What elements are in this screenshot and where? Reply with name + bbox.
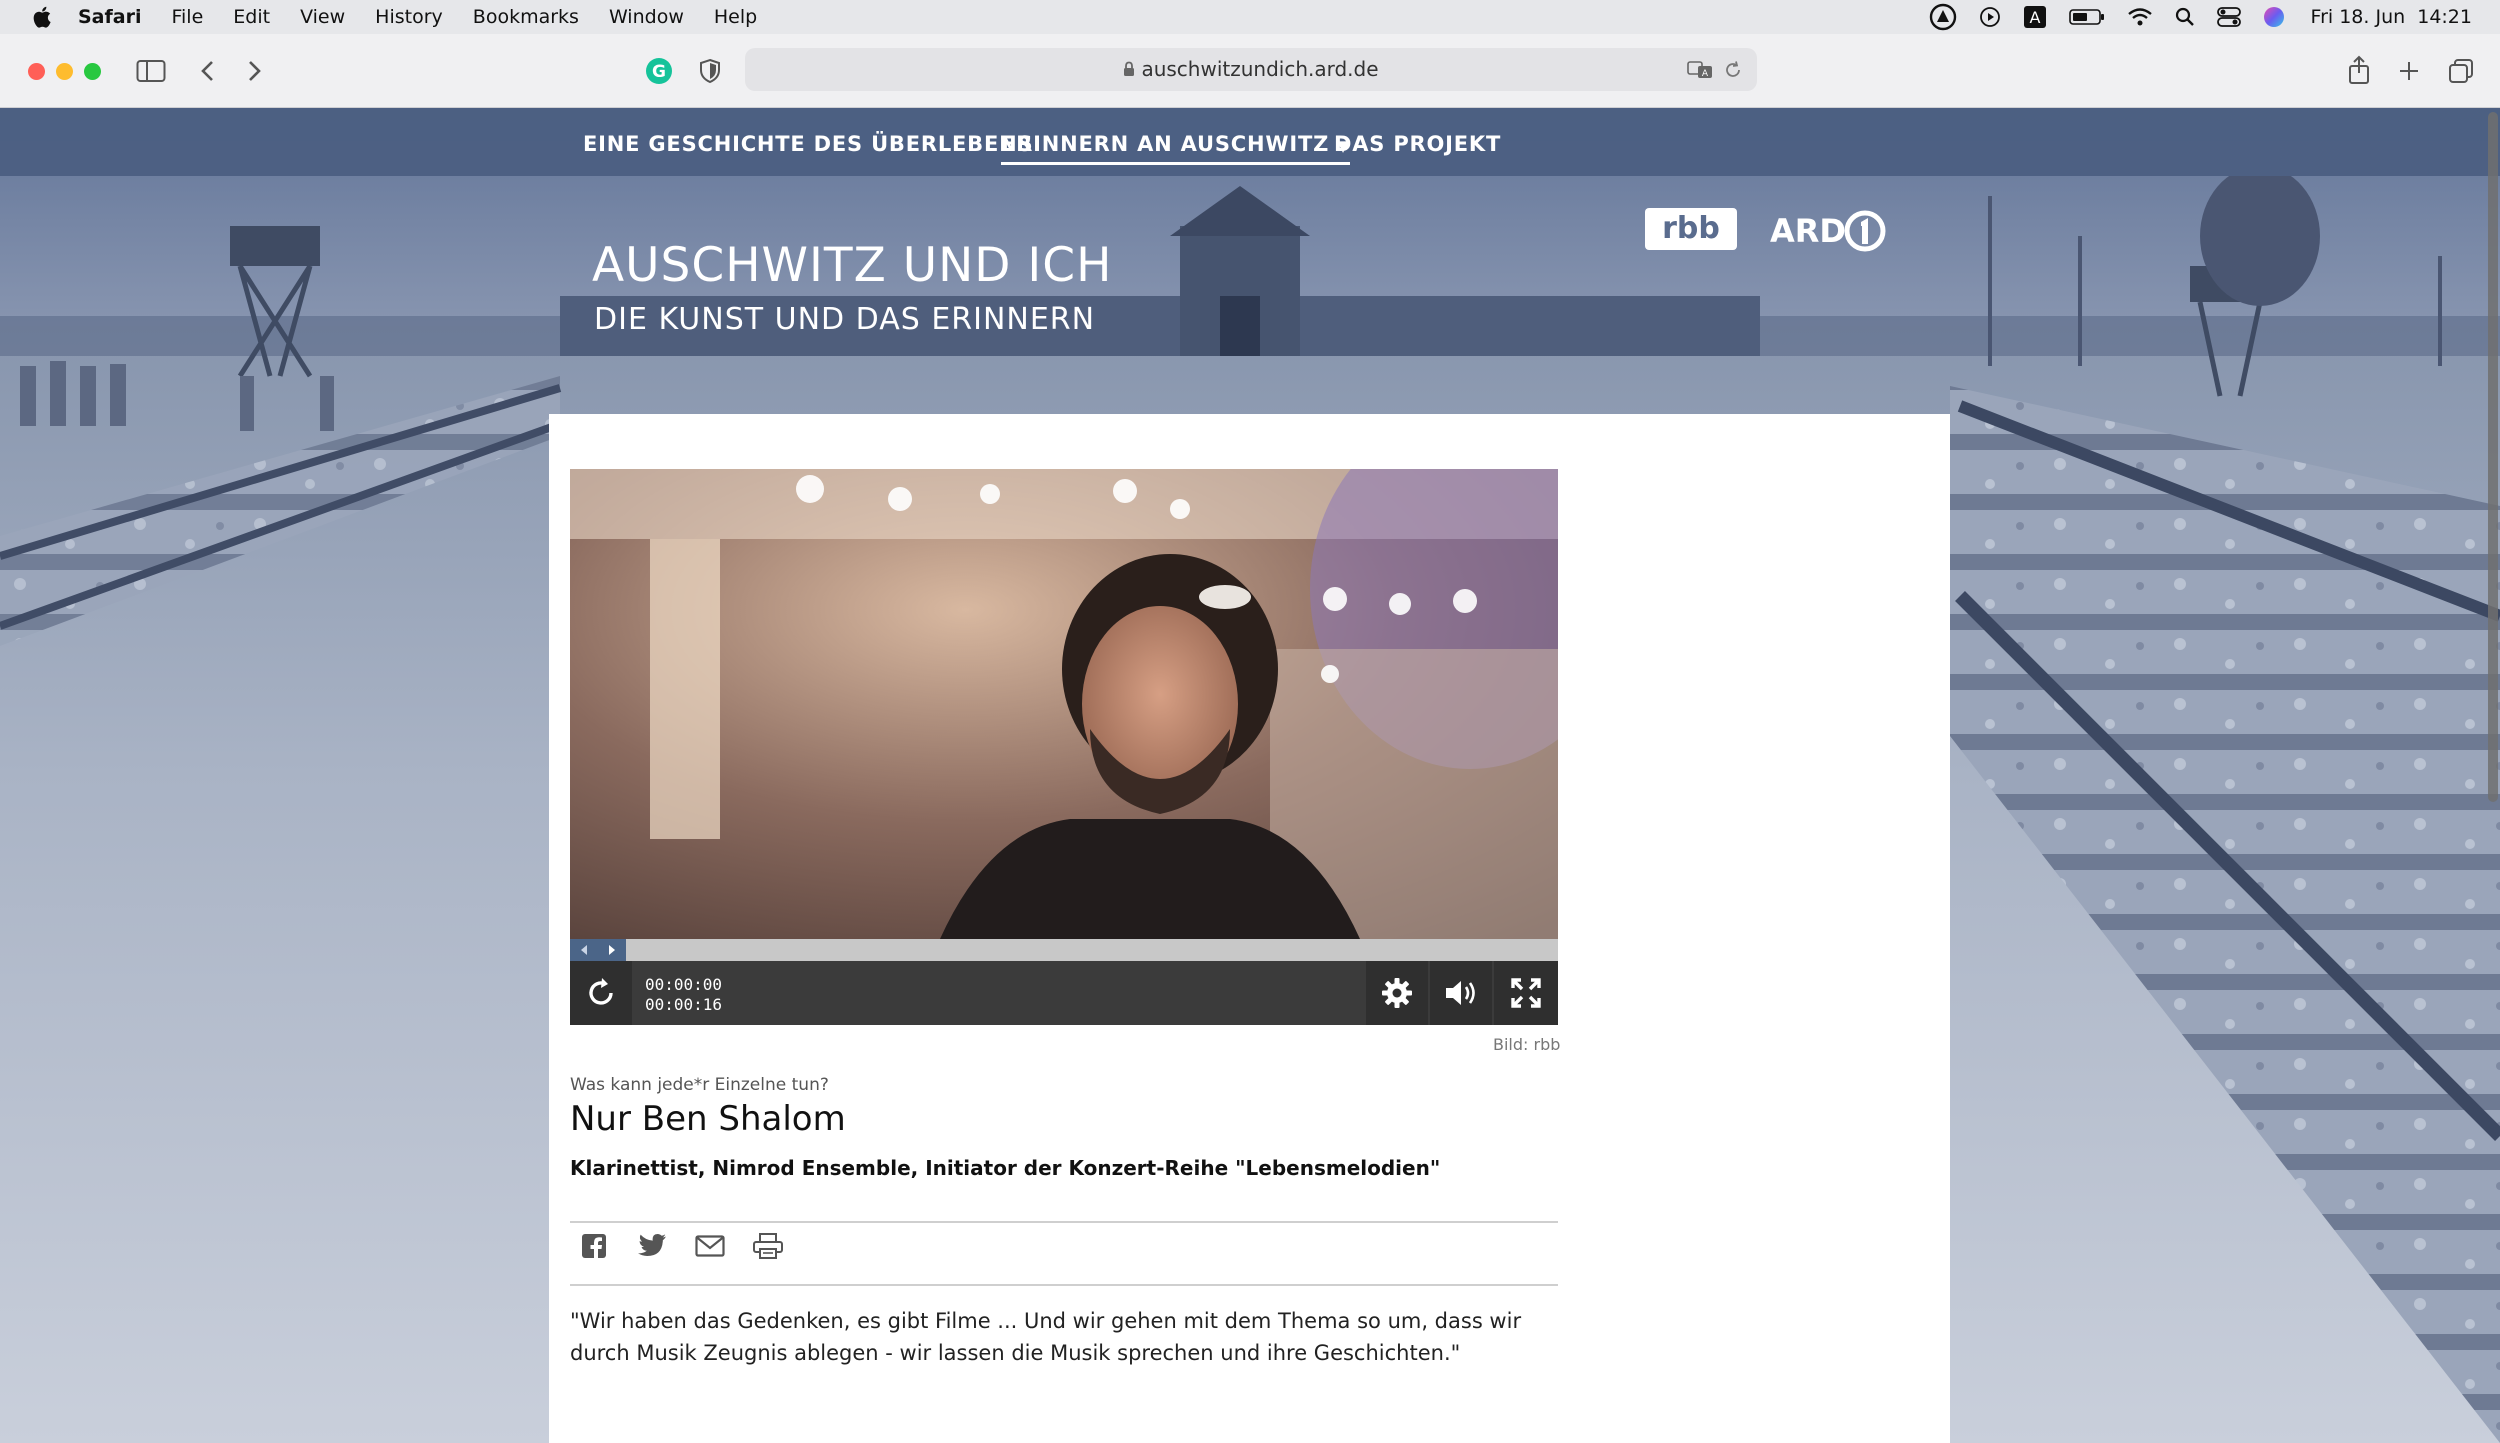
share-icon[interactable] bbox=[2344, 54, 2374, 86]
rbb-logo[interactable]: rbb bbox=[1645, 208, 1737, 250]
fullscreen-button[interactable] bbox=[1494, 961, 1558, 1025]
menu-view[interactable]: View bbox=[300, 6, 345, 28]
nav-item-geschichte[interactable]: EINE GESCHICHTE DES ÜBERLEBENS bbox=[583, 132, 1033, 156]
gear-icon bbox=[1382, 978, 1412, 1008]
replay-icon bbox=[589, 978, 613, 1005]
article-headline: Nur Ben Shalom bbox=[570, 1099, 846, 1139]
spotlight-search-icon[interactable] bbox=[2175, 7, 2195, 27]
vpn-status-icon[interactable] bbox=[1929, 3, 1957, 31]
svg-text:G: G bbox=[652, 62, 666, 82]
video-time: 00:00:00 00:00:16 bbox=[645, 975, 722, 1015]
back-icon[interactable] bbox=[194, 56, 220, 86]
page-scrollbar[interactable] bbox=[2488, 112, 2498, 802]
article-quote: "Wir haben das Gedenken, es gibt Filme .… bbox=[570, 1309, 1522, 1365]
svg-text:A: A bbox=[1702, 69, 1709, 79]
hero-title: AUSCHWITZ UND ICH bbox=[592, 238, 1113, 293]
menu-edit[interactable]: Edit bbox=[233, 6, 270, 28]
article-subline: Klarinettist, Nimrod Ensemble, Initiator… bbox=[570, 1156, 1441, 1180]
ard-logo-text: ARD bbox=[1770, 212, 1846, 250]
address-bar[interactable]: auschwitzundich.ard.de A bbox=[745, 48, 1757, 91]
menubar-clock[interactable]: Fri 18. Jun 14:21 bbox=[2311, 6, 2472, 28]
tab-overview-icon[interactable] bbox=[2446, 56, 2476, 86]
seek-handle[interactable] bbox=[570, 939, 626, 961]
divider-top bbox=[570, 1221, 1558, 1223]
nav-item-erinnern-label: ERINNERN AN AUSCHWITZ bbox=[1001, 132, 1330, 156]
address-bar-url[interactable]: auschwitzundich.ard.de bbox=[745, 48, 1757, 91]
fullscreen-icon bbox=[1511, 978, 1541, 1008]
window-zoom-button[interactable] bbox=[84, 63, 101, 80]
menu-file[interactable]: File bbox=[171, 6, 203, 28]
lock-icon bbox=[1124, 61, 1135, 76]
macos-menu-bar: Safari File Edit View History Bookmarks … bbox=[0, 0, 2500, 34]
media-play-icon[interactable] bbox=[1979, 6, 2001, 28]
site-navigation: EINE GESCHICHTE DES ÜBERLEBENS ERINNERN … bbox=[0, 108, 2500, 176]
menu-window[interactable]: Window bbox=[609, 6, 684, 28]
reload-icon[interactable] bbox=[1721, 58, 1745, 82]
url-text: auschwitzundich.ard.de bbox=[1141, 57, 1379, 81]
ard-logo[interactable]: ARD bbox=[1770, 208, 1886, 254]
grammarly-extension-icon[interactable]: G bbox=[644, 56, 674, 86]
volume-icon bbox=[1446, 981, 1475, 1005]
video-controls: 00:00:00 00:00:16 bbox=[570, 961, 1558, 1025]
sidebar-toggle-icon[interactable] bbox=[134, 56, 168, 86]
video-seek-bar[interactable] bbox=[570, 939, 1558, 961]
wifi-icon[interactable] bbox=[2127, 7, 2153, 27]
privacy-shield-icon[interactable] bbox=[695, 56, 725, 86]
menu-app-name[interactable]: Safari bbox=[78, 6, 141, 28]
divider-bottom bbox=[570, 1284, 1558, 1286]
volume-button[interactable] bbox=[1430, 961, 1492, 1025]
print-icon[interactable] bbox=[751, 1229, 785, 1263]
new-tab-icon[interactable] bbox=[2394, 56, 2424, 86]
video-player-frame[interactable] bbox=[570, 469, 1558, 939]
web-page: EINE GESCHICHTE DES ÜBERLEBENS ERINNERN … bbox=[0, 108, 2500, 1443]
settings-button[interactable] bbox=[1366, 961, 1428, 1025]
window-close-button[interactable] bbox=[28, 63, 45, 80]
time-current: 00:00:00 bbox=[645, 975, 723, 994]
ard-one-icon bbox=[1844, 210, 1886, 252]
mail-icon[interactable] bbox=[693, 1229, 727, 1263]
article-kicker: Was kann jede*r Einzelne tun? bbox=[570, 1075, 829, 1095]
replay-button[interactable] bbox=[570, 961, 632, 1025]
hero-subtitle: DIE KUNST UND DAS ERINNERN bbox=[594, 302, 1096, 337]
window-minimize-button[interactable] bbox=[56, 63, 73, 80]
nav-item-projekt[interactable]: DAS PROJEKT bbox=[1334, 132, 1501, 156]
input-source-icon[interactable]: A bbox=[2023, 5, 2047, 29]
nav-item-erinnern[interactable]: ERINNERN AN AUSCHWITZ ▼ bbox=[1001, 132, 1350, 165]
image-credit: Bild: rbb bbox=[1493, 1035, 1561, 1054]
seek-right-arrow-icon bbox=[609, 945, 615, 955]
battery-icon[interactable] bbox=[2068, 8, 2105, 26]
menu-help[interactable]: Help bbox=[714, 6, 757, 28]
control-center-icon[interactable] bbox=[2216, 7, 2241, 27]
menu-history[interactable]: History bbox=[375, 6, 443, 28]
siri-icon[interactable] bbox=[2263, 6, 2285, 28]
seek-left-arrow-icon bbox=[581, 945, 587, 955]
svg-text:A: A bbox=[2029, 8, 2040, 27]
translate-icon[interactable]: A bbox=[1687, 58, 1715, 82]
twitter-icon[interactable] bbox=[635, 1229, 669, 1263]
article-panel: 00:00:00 00:00:16 Bild: rbb Was kann jed… bbox=[549, 414, 1950, 1443]
time-total: 00:00:16 bbox=[645, 995, 723, 1014]
browser-toolbar: G auschwitzundich.ard.de A bbox=[0, 34, 2500, 108]
apple-icon[interactable] bbox=[30, 4, 56, 30]
forward-icon[interactable] bbox=[242, 56, 268, 86]
menu-bookmarks[interactable]: Bookmarks bbox=[473, 6, 579, 28]
facebook-icon[interactable] bbox=[577, 1229, 611, 1263]
